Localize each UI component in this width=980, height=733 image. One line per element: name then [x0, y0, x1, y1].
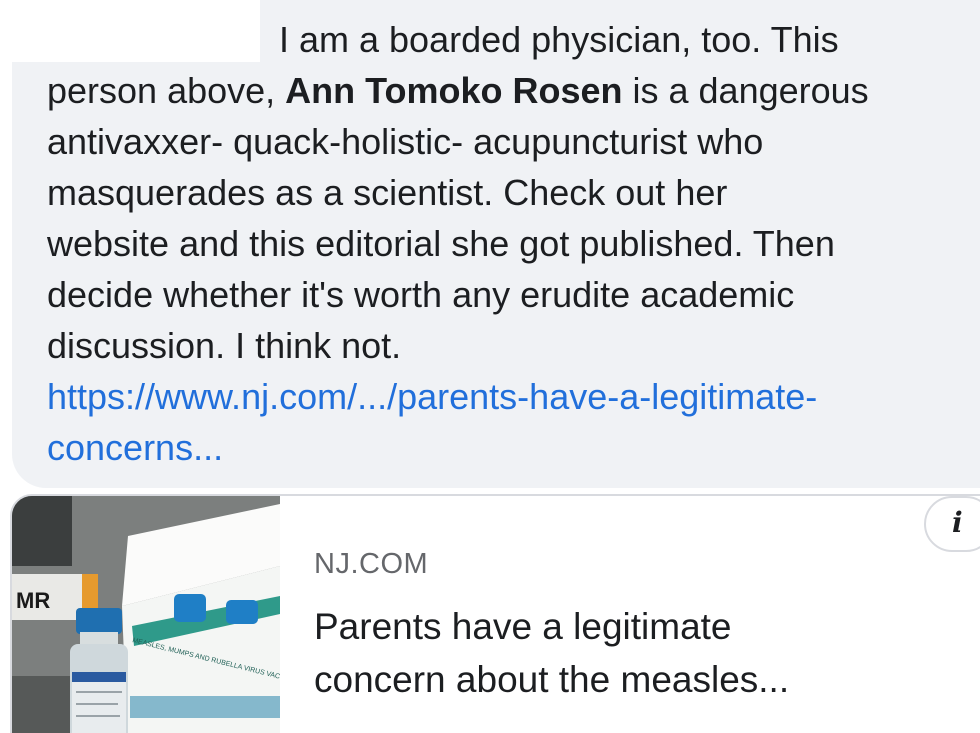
- link-preview-title-line-1[interactable]: Parents have a legitimate: [314, 600, 980, 653]
- comment-line-3: antivaxxer- quack-holistic- acupuncturis…: [47, 121, 764, 162]
- vial-label-text: MR: [16, 588, 50, 613]
- info-icon: i: [952, 506, 963, 539]
- vaccine-photo: MR MEASLES, MUMPS AND RUBELLA VIRUS VACC…: [12, 496, 280, 733]
- facebook-comment-view: I am a boarded physician, too. This pers…: [0, 0, 980, 733]
- comment-line-1: I am a boarded physician, too. This: [279, 19, 839, 60]
- link-preview-title[interactable]: Parents have a legitimate concern about …: [314, 600, 980, 706]
- comment-link-line-2[interactable]: concerns...: [47, 422, 977, 473]
- comment-text-segment: person above,: [47, 70, 286, 111]
- info-button[interactable]: i: [924, 496, 980, 552]
- link-preview-thumbnail: MR MEASLES, MUMPS AND RUBELLA VIRUS VACC…: [12, 496, 280, 733]
- comment-line-5: website and this editorial she got publi…: [47, 223, 835, 264]
- link-preview-title-line-2[interactable]: concern about the measles...: [314, 653, 980, 706]
- mentioned-person-name[interactable]: Ann Tomoko Rosen: [285, 70, 622, 111]
- comment-line-7: discussion. I think not.: [47, 325, 402, 366]
- comment-link-line-1[interactable]: https://www.nj.com/.../parents-have-a-le…: [47, 371, 977, 422]
- comment-line-6: decide whether it's worth any erudite ac…: [47, 274, 795, 315]
- link-preview-card[interactable]: MR MEASLES, MUMPS AND RUBELLA VIRUS VACC…: [10, 494, 980, 733]
- comment-text-segment: is a dangerous: [622, 70, 869, 111]
- comment-body: I am a boarded physician, too. This pers…: [47, 14, 977, 473]
- comment-line-2: person above, Ann Tomoko Rosen is a dang…: [47, 65, 977, 116]
- link-preview-domain: NJ.COM: [314, 548, 429, 580]
- comment-line-4: masquerades as a scientist. Check out he…: [47, 172, 728, 213]
